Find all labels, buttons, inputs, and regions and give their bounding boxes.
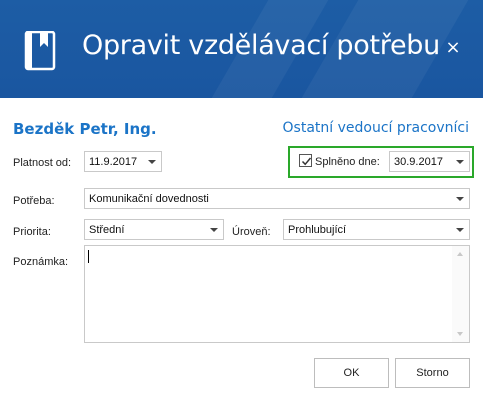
- priority-select[interactable]: Střední: [84, 219, 224, 240]
- priority-label: Priorita:: [13, 226, 51, 238]
- validity-label: Platnost od:: [13, 157, 72, 169]
- check-icon: [301, 157, 312, 166]
- chevron-down-icon: [456, 197, 464, 201]
- dialog-header: Opravit vzdělávací potřebu ×: [0, 0, 483, 98]
- cancel-button[interactable]: Storno: [395, 358, 470, 388]
- book-icon: [24, 31, 56, 71]
- level-label: Úroveň:: [232, 226, 271, 238]
- note-scrollbar[interactable]: [452, 246, 469, 342]
- note-textarea[interactable]: [84, 245, 470, 343]
- text-caret: [88, 250, 89, 263]
- need-label: Potřeba:: [13, 195, 55, 207]
- completed-checkbox[interactable]: [299, 154, 312, 167]
- person-name: Bezděk Petr, Ing.: [13, 120, 157, 138]
- scroll-down-icon[interactable]: [457, 332, 463, 336]
- person-role: Ostatní vedoucí pracovníci: [282, 120, 469, 136]
- priority-value: Střední: [89, 224, 125, 236]
- validity-date-picker[interactable]: 11.9.2017: [84, 151, 162, 172]
- completed-date-value: 30.9.2017: [394, 156, 443, 168]
- level-select[interactable]: Prohlubující: [283, 219, 470, 240]
- need-select[interactable]: Komunikační dovednosti: [84, 188, 470, 209]
- completed-date-picker[interactable]: 30.9.2017: [389, 151, 470, 172]
- chevron-down-icon: [210, 228, 218, 232]
- chevron-down-icon: [456, 160, 464, 164]
- level-value: Prohlubující: [288, 224, 347, 236]
- need-value: Komunikační dovednosti: [89, 193, 209, 205]
- ok-button[interactable]: OK: [314, 358, 389, 388]
- completed-label: Splněno dne:: [315, 156, 380, 168]
- close-icon[interactable]: ×: [443, 38, 463, 58]
- dialog-title: Opravit vzdělávací potřebu: [82, 30, 440, 61]
- scroll-up-icon[interactable]: [457, 252, 463, 256]
- chevron-down-icon: [148, 160, 156, 164]
- note-label: Poznámka:: [13, 256, 69, 268]
- chevron-down-icon: [456, 228, 464, 232]
- validity-date-value: 11.9.2017: [89, 156, 138, 168]
